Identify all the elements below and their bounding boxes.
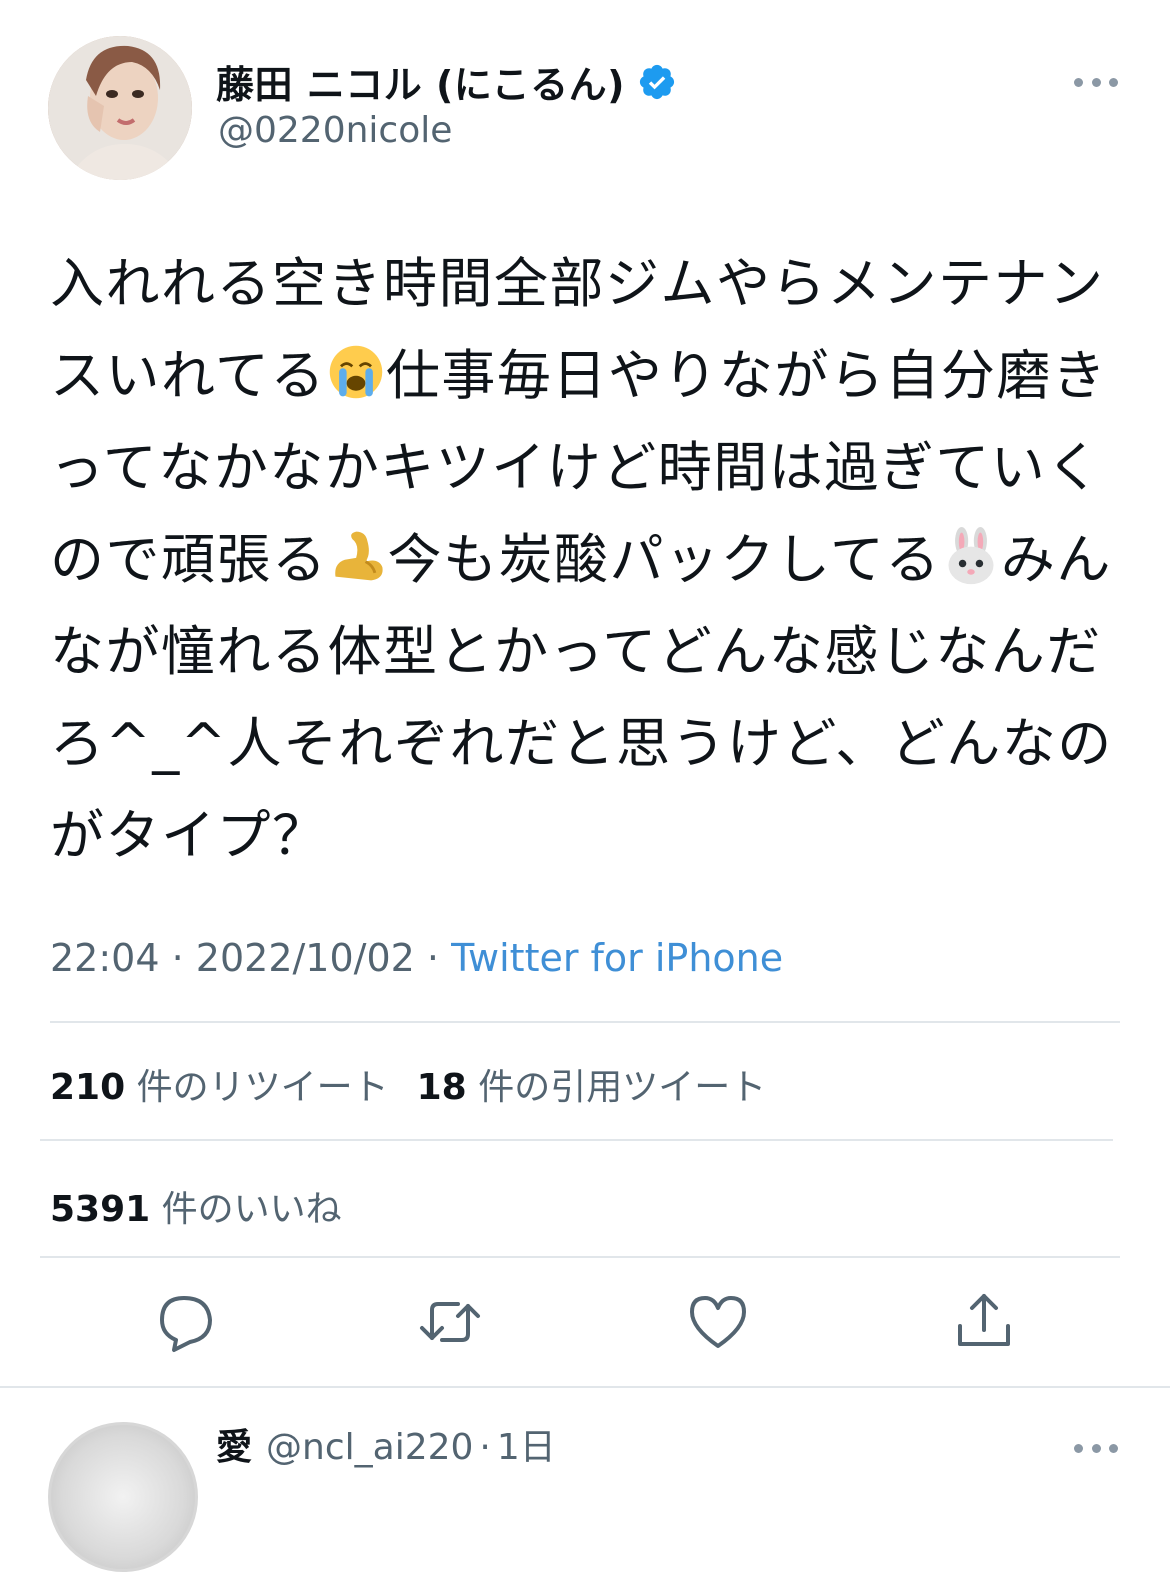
- retweets-label: 件のリツイート: [136, 1067, 389, 1108]
- meta-separator: ·: [426, 936, 440, 980]
- quotes-link[interactable]: 18 件の引用ツイート: [417, 1067, 767, 1108]
- likes-label: 件のいいね: [161, 1189, 342, 1230]
- tweet-date[interactable]: 2022/10/02: [196, 936, 415, 980]
- reply-icon[interactable]: [154, 1290, 218, 1354]
- reply-time[interactable]: 1日: [497, 1427, 556, 1468]
- retweet-stats-row: 210 件のリツイート 18 件の引用ツイート: [50, 1058, 766, 1110]
- likes-count: 5391: [50, 1189, 151, 1230]
- quotes-count: 18: [416, 1067, 467, 1108]
- share-icon[interactable]: [952, 1290, 1016, 1354]
- tweet-actions-bar: [0, 1290, 1170, 1360]
- retweet-icon[interactable]: [418, 1290, 482, 1354]
- reply-author-handle[interactable]: @ncl_ai220: [266, 1427, 473, 1468]
- reply-more-options-icon[interactable]: [1074, 1436, 1118, 1460]
- tweet-text-part-3: 今も炭酸パックしてる: [387, 528, 941, 591]
- author-handle[interactable]: @0220nicole: [218, 110, 452, 151]
- tweet-body: 入れれる空き時間全部ジムやらメンテナンスいれてる 仕事毎日やりながら自分磨きってな…: [50, 238, 1130, 882]
- tweet-source-link[interactable]: Twitter for iPhone: [451, 936, 783, 980]
- reply-avatar[interactable]: [48, 1422, 198, 1572]
- tweet-time[interactable]: 22:04: [50, 936, 160, 980]
- flexed-biceps-icon: [334, 531, 383, 581]
- quotes-label: 件の引用ツイート: [478, 1067, 767, 1108]
- like-icon[interactable]: [686, 1290, 750, 1354]
- tweet-meta: 22:04 · 2022/10/02 · Twitter for iPhone: [50, 936, 783, 980]
- crying-face-icon: [329, 345, 383, 399]
- retweets-count: 210: [50, 1067, 126, 1108]
- author-name-row[interactable]: 藤田 ニコル (にこるん): [216, 54, 677, 109]
- author-display-name[interactable]: 藤田 ニコル (にこるん): [216, 54, 625, 109]
- verified-badge-icon: [639, 64, 675, 99]
- reply-separator: ·: [479, 1427, 491, 1468]
- rabbit-face-icon: [948, 526, 994, 585]
- reply-author-name[interactable]: 愛: [216, 1427, 252, 1468]
- reply-header: 愛 @ncl_ai220 · 1日: [216, 1418, 556, 1470]
- divider: [40, 1139, 1113, 1141]
- more-options-icon[interactable]: [1074, 70, 1118, 94]
- likes-stats-row[interactable]: 5391 件のいいね: [50, 1180, 342, 1232]
- divider: [50, 1021, 1120, 1023]
- profile-avatar[interactable]: [48, 36, 192, 180]
- divider: [40, 1256, 1120, 1258]
- meta-separator: ·: [171, 936, 184, 980]
- retweets-link[interactable]: 210 件のリツイート: [50, 1067, 389, 1108]
- reply-tweet-preview[interactable]: 愛 @ncl_ai220 · 1日: [0, 1386, 1170, 1572]
